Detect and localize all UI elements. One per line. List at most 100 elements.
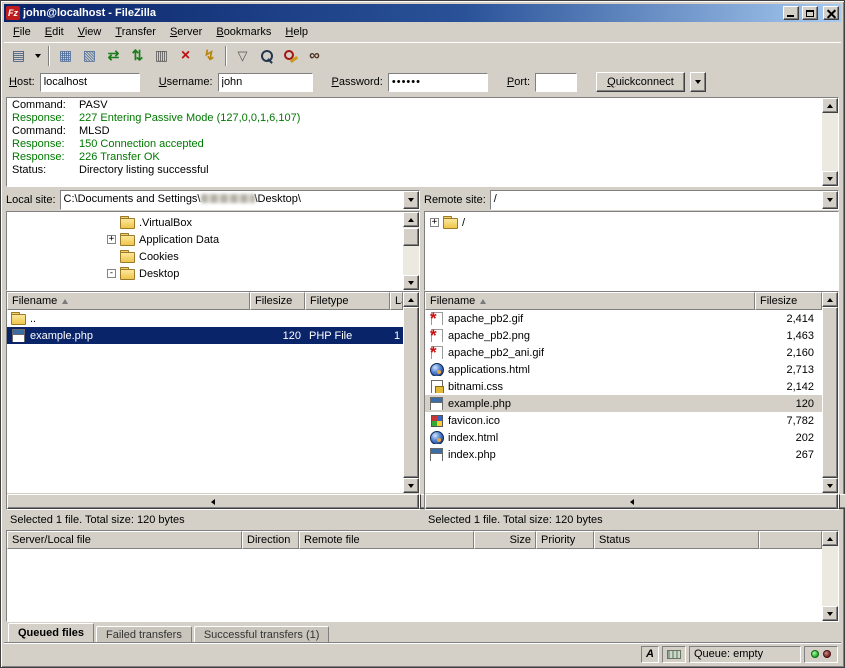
scroll-left-button[interactable] (425, 494, 838, 509)
file-icon (429, 414, 444, 427)
menu-item[interactable]: Help (278, 24, 315, 41)
tree-item[interactable]: + Application Data (7, 231, 403, 248)
scroll-down-button[interactable] (403, 478, 419, 493)
menu-item[interactable]: Transfer (108, 24, 163, 41)
site-manager-dropdown[interactable] (31, 45, 44, 67)
column-header-filename[interactable]: Filename (425, 292, 755, 310)
keypad-icon (667, 650, 681, 659)
scroll-thumb[interactable] (403, 228, 419, 246)
scroll-thumb[interactable] (838, 494, 840, 509)
tree-item[interactable]: .VirtualBox (7, 214, 403, 231)
column-header-filesize[interactable]: Filesize (250, 292, 305, 310)
site-keys-button[interactable] (279, 45, 302, 67)
tree-item[interactable]: - Desktop (7, 265, 403, 282)
scroll-down-button[interactable] (822, 606, 838, 621)
scroll-up-button[interactable] (822, 292, 838, 307)
scroll-track[interactable] (403, 227, 419, 275)
file-row[interactable]: example.php 120 PHP File 1 (7, 327, 403, 344)
scroll-up-button[interactable] (822, 98, 838, 113)
maximize-button[interactable] (802, 6, 818, 20)
remote-list-vscrollbar[interactable] (822, 292, 838, 493)
scroll-up-button[interactable] (403, 212, 419, 227)
tree-expander[interactable]: - (107, 269, 116, 278)
remote-list-hscrollbar[interactable] (425, 493, 838, 509)
tree-item[interactable]: Cookies (7, 248, 403, 265)
scroll-up-button[interactable] (822, 531, 838, 546)
queue-tab[interactable]: Successful transfers (1) (194, 626, 330, 642)
column-header-priority[interactable]: Priority (536, 531, 594, 549)
column-header-size[interactable]: Size (474, 531, 536, 549)
local-site-combo[interactable]: C:\Documents and Settings\\Desktop\ (60, 190, 420, 210)
column-header-status[interactable]: Status (594, 531, 759, 549)
local-site-dropdown[interactable] (403, 191, 419, 209)
filter-button[interactable] (231, 45, 254, 67)
compare-directories-button[interactable] (303, 45, 326, 67)
local-list-vscrollbar[interactable] (403, 292, 419, 493)
remote-site-combo[interactable]: / (490, 190, 839, 210)
scroll-down-button[interactable] (403, 275, 419, 290)
tree-item[interactable]: + / (425, 214, 838, 231)
column-header-remote-file[interactable]: Remote file (299, 531, 474, 549)
file-row[interactable]: example.php 120 (425, 395, 822, 412)
local-list-hscrollbar[interactable] (7, 493, 419, 509)
scroll-thumb[interactable] (822, 307, 838, 478)
file-row[interactable]: favicon.ico 7,782 (425, 412, 822, 429)
synchronize-browsing-button[interactable] (126, 45, 149, 67)
file-row[interactable]: apache_pb2.gif 2,414 (425, 310, 822, 327)
scroll-left-button[interactable] (7, 494, 419, 509)
column-header-filetype[interactable]: Filetype (305, 292, 390, 310)
remote-site-dropdown[interactable] (822, 191, 838, 209)
column-header-filename[interactable]: Filename (7, 292, 250, 310)
port-input[interactable] (535, 73, 577, 92)
file-row[interactable]: applications.html 2,713 (425, 361, 822, 378)
scroll-track[interactable] (403, 307, 419, 478)
menu-item[interactable]: File (6, 24, 38, 41)
scroll-track[interactable] (822, 307, 838, 478)
scroll-thumb[interactable] (419, 494, 421, 509)
menu-item[interactable]: Edit (38, 24, 71, 41)
scroll-up-button[interactable] (403, 292, 419, 307)
file-row[interactable]: .. (7, 310, 403, 327)
scroll-down-button[interactable] (822, 171, 838, 186)
log-scrollbar[interactable] (822, 98, 838, 186)
scroll-track[interactable] (822, 113, 838, 171)
scroll-track[interactable] (822, 546, 838, 606)
scroll-thumb[interactable] (403, 307, 419, 478)
local-tree-scrollbar[interactable] (403, 212, 419, 290)
tree-expander[interactable]: + (430, 218, 439, 227)
column-header-last-modified[interactable]: Last modified (390, 292, 403, 310)
close-button[interactable] (823, 6, 839, 20)
refresh-button[interactable] (102, 45, 125, 67)
process-queue-button[interactable] (198, 45, 221, 67)
queue-tab[interactable]: Failed transfers (96, 626, 192, 642)
queue-tab[interactable]: Queued files (8, 623, 94, 642)
tree-expander[interactable]: + (107, 235, 116, 244)
site-manager-button[interactable] (7, 45, 30, 67)
menu-item[interactable]: View (71, 24, 109, 41)
password-input[interactable] (388, 73, 488, 92)
quickconnect-button[interactable]: Quickconnect (596, 72, 685, 92)
username-input[interactable] (218, 73, 313, 92)
queue-scrollbar[interactable] (822, 531, 838, 621)
menu-item[interactable]: Server (163, 24, 209, 41)
toggle-directory-trees-button[interactable] (78, 45, 101, 67)
host-input[interactable] (40, 73, 140, 92)
toggle-transfer-queue-button[interactable] (150, 45, 173, 67)
file-row[interactable]: apache_pb2.png 1,463 (425, 327, 822, 344)
find-files-button[interactable] (255, 45, 278, 67)
column-header-server-local-file[interactable]: Server/Local file (7, 531, 242, 549)
column-header-direction[interactable]: Direction (242, 531, 299, 549)
file-row[interactable]: index.html 202 (425, 429, 822, 446)
menu-item[interactable]: Bookmarks (209, 24, 278, 41)
minimize-button[interactable] (783, 6, 799, 20)
queue-body[interactable] (7, 549, 822, 621)
titlebar[interactable]: Fz john@localhost - FileZilla (4, 4, 841, 22)
toggle-message-log-button[interactable] (54, 45, 77, 67)
quickconnect-dropdown[interactable] (690, 72, 706, 92)
file-row[interactable]: apache_pb2_ani.gif 2,160 (425, 344, 822, 361)
file-row[interactable]: bitnami.css 2,142 (425, 378, 822, 395)
file-row[interactable]: index.php 267 (425, 446, 822, 463)
cancel-operation-button[interactable] (174, 45, 197, 67)
scroll-down-button[interactable] (822, 478, 838, 493)
column-header-filesize[interactable]: Filesize (755, 292, 822, 310)
